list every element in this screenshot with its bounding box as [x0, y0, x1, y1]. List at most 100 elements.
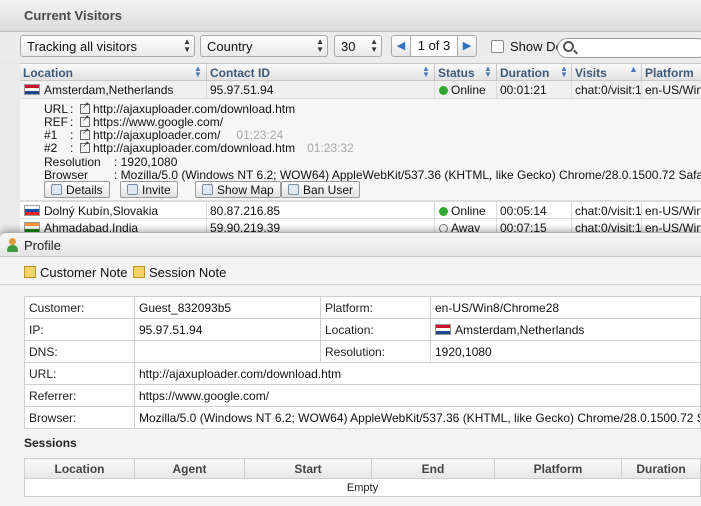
detail-history-2: #2: http://ajaxuploader.com/download.htm… — [44, 139, 354, 155]
prev-page-button[interactable]: ◀ — [391, 35, 411, 57]
profile-tabs: Customer Note Session Note — [0, 257, 701, 285]
visitors-grid-header: Location ▲ ▼ Contact ID ▲ ▼ Status ▲ ▼ Dura… — [20, 63, 701, 81]
panel-title: Current Visitors — [24, 8, 123, 23]
sessions-col-agent[interactable]: Agent — [134, 458, 245, 479]
col-platform[interactable]: Platform — [645, 66, 694, 80]
platform-value: en-US/Win8/Chrome28 — [430, 296, 701, 319]
note-icon — [24, 266, 36, 278]
sort-icon: ▲ ▼ — [484, 64, 492, 79]
ip-label: IP: — [24, 318, 135, 341]
sessions-col-end[interactable]: End — [371, 458, 495, 479]
select-arrows-icon: ▲ ▼ — [316, 37, 324, 54]
pager-text: 1 of 3 — [411, 35, 457, 57]
table-row[interactable]: Amsterdam,Netherlands 95.97.51.94 Online… — [20, 81, 701, 99]
col-status[interactable]: Status — [438, 66, 475, 80]
user-icon — [6, 238, 18, 252]
referrer-value: https://www.google.com/ — [134, 384, 701, 407]
tracking-select-value: Tracking all visitors — [27, 39, 138, 54]
netherlands-flag-icon — [24, 84, 40, 95]
filter-select[interactable]: Country ▲ ▼ — [200, 35, 328, 57]
location-label: Location: — [320, 318, 431, 341]
details-icon — [51, 184, 62, 195]
invite-icon — [127, 184, 138, 195]
show-details-checkbox[interactable] — [491, 40, 504, 53]
history-2-time: 01:23:32 — [307, 141, 354, 155]
col-duration[interactable]: Duration — [500, 66, 549, 80]
profile-window: Profile Customer Note Session Note Custo… — [0, 232, 701, 506]
sessions-table: Location Agent Start End Platform Durati… — [24, 458, 701, 497]
ban-user-button[interactable]: Ban User — [281, 181, 361, 198]
duration-cell: 00:05:14 — [500, 204, 547, 218]
detail-ref-link[interactable]: https://www.google.com/ — [93, 115, 223, 129]
dns-value — [134, 340, 321, 363]
select-arrows-icon: ▲ ▼ — [183, 37, 191, 54]
browser-value: Mozilla/5.0 (Windows NT 6.2; WOW64) Appl… — [134, 406, 701, 429]
customer-label: Customer: — [24, 296, 135, 319]
contact-cell: 95.97.51.94 — [210, 83, 274, 97]
tab-customer-note[interactable]: Customer Note — [24, 265, 127, 280]
sessions-col-platform[interactable]: Platform — [494, 458, 622, 479]
search-input[interactable] — [557, 38, 701, 58]
sessions-title: Sessions — [24, 436, 77, 450]
contact-cell: 80.87.216.85 — [210, 204, 281, 218]
show-map-button[interactable]: Show Map — [195, 181, 281, 198]
show-details-label: Show De — [510, 39, 563, 54]
ban-user-icon — [288, 184, 299, 195]
profile-titlebar[interactable]: Profile — [0, 233, 701, 257]
platform-label: Platform: — [320, 296, 431, 319]
profile-body: Customer: Guest_832093b5 Platform: en-US… — [0, 286, 701, 506]
sessions-col-start[interactable]: Start — [244, 458, 372, 479]
col-contact-id[interactable]: Contact ID — [210, 66, 270, 80]
location-value: Amsterdam,Netherlands — [430, 318, 701, 341]
url-label: URL: — [24, 362, 135, 385]
tracking-select[interactable]: Tracking all visitors ▲ ▼ — [20, 35, 195, 57]
status-cell: Online — [439, 83, 486, 97]
online-status-icon — [439, 207, 448, 216]
col-visits[interactable]: Visits — [575, 66, 607, 80]
online-status-icon — [439, 86, 448, 95]
detail-history-1: #1: http://ajaxuploader.com/01:23:24 — [44, 126, 283, 142]
note-icon — [133, 266, 145, 278]
sort-icon: ▲ ▼ — [422, 64, 430, 79]
location-cell: Dolný Kubín,Slovakia — [24, 204, 204, 218]
tab-session-note[interactable]: Session Note — [133, 265, 226, 280]
platform-cell: en-US/Win8 — [645, 83, 701, 97]
invite-button[interactable]: Invite — [120, 181, 178, 198]
history-2-link[interactable]: http://ajaxuploader.com/download.htm — [93, 141, 295, 155]
location-cell: Amsterdam,Netherlands — [24, 83, 204, 97]
map-icon — [202, 184, 213, 195]
filter-select-value: Country — [207, 39, 253, 54]
detail-url-link[interactable]: http://ajaxuploader.com/download.htm — [93, 102, 295, 116]
profile-fields-table: Customer: Guest_832093b5 Platform: en-US… — [24, 296, 701, 429]
profile-title: Profile — [24, 238, 61, 253]
detail-resolution: Resolution : 1920,1080 — [44, 155, 178, 169]
page-size-value: 30 — [341, 39, 356, 54]
table-row[interactable]: Dolný Kubín,Slovakia 80.87.216.85 Online… — [20, 201, 701, 220]
browser-label: Browser: — [24, 406, 135, 429]
current-visitors-header: Current Visitors — [0, 0, 701, 32]
visits-cell: chat:0/visit:1 — [575, 83, 641, 97]
sort-icon: ▲ ▼ — [194, 64, 202, 79]
page-size-select[interactable]: 30 ▲ ▼ — [334, 35, 382, 57]
detail-url: URL: http://ajaxuploader.com/download.ht… — [44, 100, 295, 116]
sessions-col-location[interactable]: Location — [24, 458, 135, 479]
select-arrows-icon: ▲ ▼ — [370, 37, 378, 54]
sessions-col-duration[interactable]: Duration — [621, 458, 701, 479]
visits-cell: chat:0/visit:1 — [575, 204, 641, 218]
resolution-label: Resolution: — [320, 340, 431, 363]
next-page-button[interactable]: ▶ — [457, 35, 477, 57]
resolution-value: 1920,1080 — [430, 340, 701, 363]
col-location[interactable]: Location — [23, 66, 73, 80]
search-icon — [563, 41, 574, 52]
duration-cell: 00:01:21 — [500, 83, 547, 97]
detail-browser: Browser : Mozilla/5.0 (Windows NT 6.2; W… — [44, 168, 701, 182]
history-1-link[interactable]: http://ajaxuploader.com/ — [93, 128, 220, 142]
netherlands-flag-icon — [435, 323, 451, 335]
history-1-time: 01:23:24 — [236, 128, 284, 142]
details-button[interactable]: Details — [44, 181, 110, 198]
url-value: http://ajaxuploader.com/download.htm — [134, 362, 701, 385]
external-link-icon — [80, 139, 90, 153]
ip-value: 95.97.51.94 — [134, 318, 321, 341]
sessions-empty: Empty — [24, 478, 701, 497]
sort-asc-icon: ▲ — [629, 64, 638, 74]
